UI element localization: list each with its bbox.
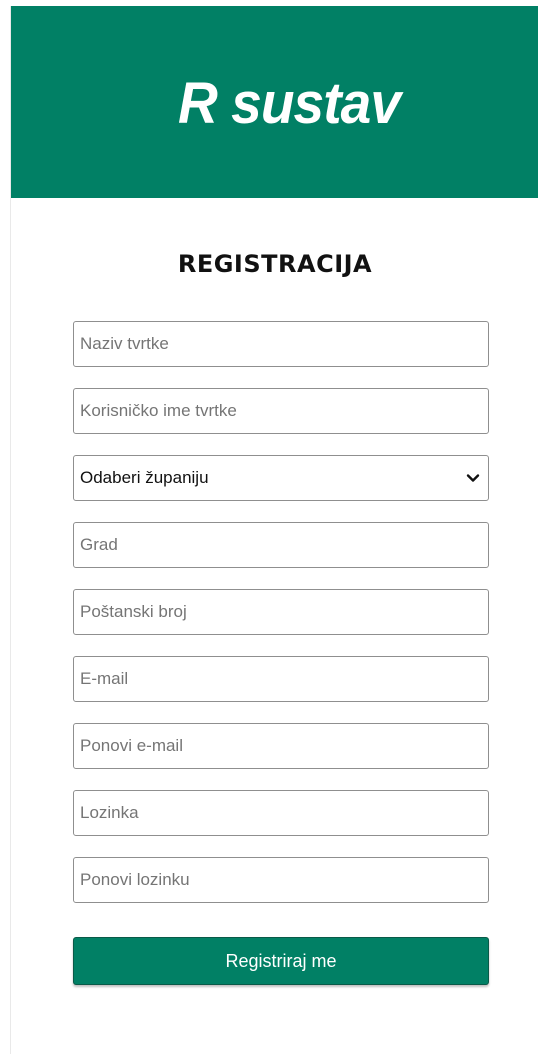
- county-select-value: Odaberi županiju: [80, 468, 209, 487]
- company-name-input[interactable]: [73, 321, 489, 367]
- register-button[interactable]: Registriraj me: [73, 937, 489, 985]
- chevron-down-icon: [466, 474, 480, 482]
- password-input[interactable]: [73, 790, 489, 836]
- city-input[interactable]: [73, 522, 489, 568]
- email-repeat-input[interactable]: [73, 723, 489, 769]
- postal-code-input[interactable]: [73, 589, 489, 635]
- brand-header: R sustav: [11, 6, 538, 198]
- registration-card: R sustav REGISTRACIJA Odaberi županiju R…: [10, 6, 538, 1054]
- password-repeat-input[interactable]: [73, 857, 489, 903]
- logo: R sustav: [177, 71, 401, 136]
- company-username-input[interactable]: [73, 388, 489, 434]
- email-input[interactable]: [73, 656, 489, 702]
- county-select[interactable]: Odaberi županiju: [73, 455, 489, 501]
- page-title: REGISTRACIJA: [177, 250, 373, 278]
